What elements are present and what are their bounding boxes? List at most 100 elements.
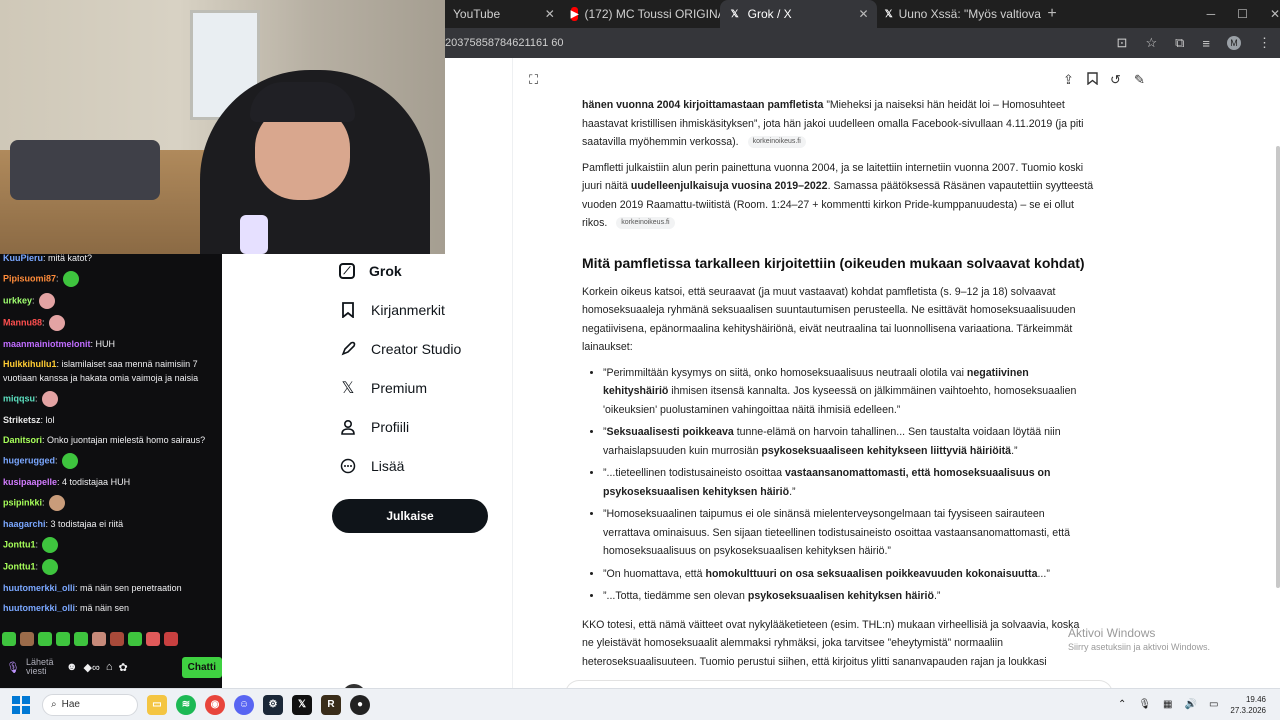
chat-username[interactable]: Jonttu1 [3,561,36,571]
emote-icon[interactable] [38,632,52,646]
bold-text: psykoseksuaalisen kehityksen häiriö [747,590,934,602]
chat-username[interactable]: psipinkki [3,497,42,507]
new-chat-icon[interactable]: ✎ [1134,72,1145,88]
chat-username[interactable]: miqqsu [3,393,35,403]
chat-username[interactable]: Pipisuomi87 [3,273,56,283]
emote-icon [61,453,78,469]
screen: YouTube ✕ ▶ (172) MC Toussi ORIGINAL | R… [0,0,1280,720]
chat-message: huutomerkki_olli: mä näin sen penetraati… [0,578,222,598]
file-explorer-icon[interactable]: ▭ [147,694,167,715]
discord-icon[interactable]: ☺ [234,694,254,715]
emote-icon[interactable] [74,632,88,646]
store-icon[interactable]: ⌂ [106,661,113,673]
share-icon[interactable]: ⇪ [1063,72,1074,88]
chat-text: : [32,295,35,306]
chat-username[interactable]: Hulkkihullu1 [3,359,57,369]
obs-icon[interactable]: ● [350,694,370,715]
source-chip[interactable]: korkeinoikeus.fi [616,217,675,230]
chat-send-button[interactable]: Chatti [181,656,222,678]
chat-username[interactable]: Danitsori [3,435,42,445]
chat-username[interactable]: Mannu88 [3,317,42,327]
chat-message: Pipisuomi87: [0,268,222,290]
chat-username[interactable]: KuuPieru [3,254,43,263]
maximize-icon[interactable]: ☐ [1237,7,1248,21]
chrome-icon[interactable]: ◉ [205,694,225,715]
emote-icon[interactable] [92,632,106,646]
battery-icon[interactable]: ▭ [1209,699,1218,710]
taskbar-search[interactable]: ⌕ Hae [42,693,138,716]
media-control-icon[interactable]: ≡ [1202,36,1210,51]
emote-icon[interactable] [56,632,70,646]
spotify-icon[interactable]: ≋ [176,694,196,715]
chat-username[interactable]: Jonttu1 [3,539,36,549]
nav-item-more[interactable]: Lisää [339,452,404,480]
nav-item-grok[interactable]: ⟋ Grok [339,257,402,285]
bookmark-icon [339,301,357,319]
emote-icon[interactable] [2,632,16,646]
start-button[interactable] [12,695,30,714]
emote-icon[interactable] [110,632,124,646]
microphone-icon[interactable]: 🎙 [1138,699,1151,710]
close-icon[interactable]: ✕ [545,7,555,21]
chat-username[interactable]: hugerugged [3,455,55,465]
emote-icon[interactable] [146,632,160,646]
chat-username[interactable]: haagarchi [3,519,46,529]
tab-youtube-video[interactable]: ▶ (172) MC Toussi ORIGINAL | RA ✕ [563,0,720,28]
chat-username[interactable]: maanmainiotmelonit [3,339,91,349]
minimize-icon[interactable]: ─ [1207,7,1216,21]
bits-icon[interactable]: ◆∞ [84,661,100,674]
extensions-icon[interactable]: ⧉ [1175,35,1184,51]
network-icon[interactable]: ▦ [1163,699,1172,710]
emote-icon [42,537,59,553]
bookmark-star-icon[interactable]: ☆ [1145,35,1157,51]
expand-icon[interactable]: ⛶ [529,72,538,88]
emote-icon[interactable] [128,632,142,646]
settings-icon[interactable]: ✿ [119,661,128,674]
emote-icon[interactable] [20,632,34,646]
browser-menu-icon[interactable]: ⋮ [1258,35,1271,51]
clock[interactable]: 19.46 27.3.2026 [1230,694,1266,716]
tab-uuno[interactable]: 𝕏 Uuno Xssä: "Myös valtiovarain ✕ [877,0,1042,28]
emote-picker-icon[interactable]: ☻ [66,661,78,673]
chat-username[interactable]: Striketsz [3,415,41,425]
chat-text: : lol [40,415,55,425]
nav-item-creator-studio[interactable]: Creator Studio [339,335,461,363]
chat-text: : [35,561,39,572]
chat-text: : [42,317,45,328]
install-app-icon[interactable]: ⊡ [1117,35,1128,51]
scrollbar[interactable] [1276,146,1280,588]
x-app-icon[interactable]: 𝕏 [292,694,312,715]
url-field[interactable]: 20375858784621161 60 [445,37,1108,49]
chat-message: huutomerkki_olli: mä näin sen [0,598,222,618]
chevron-up-icon[interactable]: ⌃ [1118,699,1126,710]
chat-message: maanmainiotmelonit: HUH [0,334,222,354]
profile-avatar[interactable]: M [1227,36,1241,50]
chat-message: Striketsz: lol [0,410,222,430]
chat-input[interactable]: Lähetä viesti [26,658,60,676]
bookmark-icon[interactable] [1087,72,1098,88]
tab-grok[interactable]: 𝕏 Grok / X ✕ [719,0,877,28]
chat-username[interactable]: kusipaapelle [3,477,57,487]
watermark-title: Aktivoi Windows [1068,626,1156,640]
new-tab-button[interactable]: + [1047,5,1056,23]
source-chip[interactable]: korkeinoikeus.fi [747,136,806,149]
nav-item-profile[interactable]: Profiili [339,413,409,441]
tab-youtube[interactable]: YouTube ✕ [445,0,563,28]
rl-app-icon[interactable]: R [321,694,341,715]
nav-item-premium[interactable]: 𝕏 Premium [339,374,427,402]
post-button[interactable]: Julkaise [332,499,488,533]
emote-icon[interactable] [164,632,178,646]
microphone-icon[interactable]: 🎙 [6,661,20,674]
close-icon[interactable]: ✕ [859,7,869,21]
chat-username[interactable]: urkkey [3,295,32,305]
volume-icon[interactable]: 🔊 [1185,699,1197,710]
history-icon[interactable]: ↺ [1110,72,1121,88]
chat-text: : [35,393,38,404]
steam-icon[interactable]: ⚙ [263,694,283,715]
chat-username[interactable]: huutomerkki_olli [3,603,75,613]
close-window-icon[interactable]: ✕ [1270,7,1280,21]
nav-item-bookmarks[interactable]: Kirjanmerkit [339,296,445,324]
quote-text: ”...tieteellinen todistusaineisto osoitt… [603,467,785,479]
chat-username[interactable]: huutomerkki_olli [3,583,75,593]
x-sidebar: ⟋ Grok Kirjanmerkit Creator Studio 𝕏 Pre… [222,254,512,708]
